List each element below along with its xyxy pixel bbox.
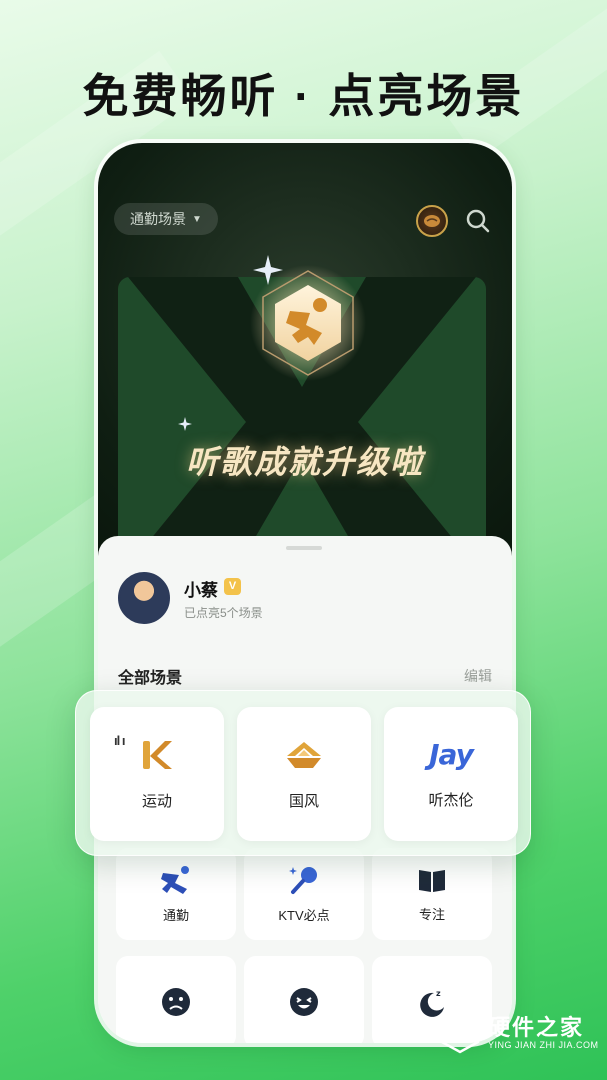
k-icon bbox=[143, 740, 172, 769]
scene-tile-label: 听杰伦 bbox=[428, 792, 474, 809]
watermark-logo bbox=[440, 1010, 480, 1054]
achievement-text: 听歌成就升级啦 bbox=[185, 444, 424, 480]
all-scenes-title: 全部场景 bbox=[118, 670, 183, 687]
fan-icon bbox=[287, 741, 321, 768]
scene-tile-jay[interactable]: Jay 听杰伦 bbox=[384, 707, 518, 841]
drag-handle[interactable] bbox=[286, 546, 322, 550]
scene-tile-guofeng[interactable]: 国风 bbox=[237, 707, 371, 841]
phone-screen: 听歌成就升级啦 通勤场景 ▼ 小蔡 V 已点亮5个场景 全部场景 编辑 通勤 K… bbox=[98, 143, 512, 1043]
scene-tile-label: 通勤 bbox=[162, 907, 189, 923]
scene-tile-label: KTV必点 bbox=[278, 907, 330, 923]
scene-tile-label: 专注 bbox=[418, 906, 445, 922]
runner-icon bbox=[161, 865, 189, 894]
sparkle-icon bbox=[253, 255, 283, 285]
scene-tile-focus[interactable]: 专注 bbox=[372, 848, 492, 940]
scene-selector[interactable]: 通勤场景 ▼ bbox=[114, 203, 218, 235]
user-subtitle: 已点亮5个场景 bbox=[184, 606, 263, 620]
watermark-text: 硬件之家 bbox=[488, 1015, 585, 1040]
chevron-down-icon: ▼ bbox=[192, 213, 202, 225]
search-icon[interactable] bbox=[464, 207, 492, 235]
microphone-icon bbox=[289, 866, 317, 894]
book-icon bbox=[419, 869, 445, 892]
scene-selector-label: 通勤场景 bbox=[130, 211, 187, 227]
user-name: 小蔡 bbox=[184, 581, 218, 600]
verified-badge: V bbox=[224, 578, 241, 595]
watermark-subtext: YING JIAN ZHI JIA.COM bbox=[488, 1040, 599, 1050]
scene-tile-commute[interactable]: 通勤 bbox=[116, 848, 236, 940]
playing-bars-icon: ıl ı bbox=[114, 733, 125, 748]
edit-button[interactable]: 编辑 bbox=[464, 666, 492, 686]
svg-text:z: z bbox=[436, 989, 441, 998]
scene-tile-sports[interactable]: ıl ı 运动 bbox=[90, 707, 224, 841]
laugh-face-icon bbox=[290, 988, 318, 1016]
scene-tile-label: 国风 bbox=[288, 792, 319, 810]
featured-scenes-panel: ıl ı 运动 国风 Jay 听杰伦 bbox=[75, 690, 531, 856]
headline: 免费畅听 · 点亮场景 bbox=[82, 70, 525, 122]
scene-tile-sad[interactable] bbox=[116, 956, 236, 1043]
scene-tile-happy[interactable] bbox=[244, 956, 364, 1043]
jay-icon: Jay bbox=[429, 738, 474, 771]
avatar[interactable] bbox=[118, 572, 170, 624]
achievement-backdrop: 听歌成就升级啦 通勤场景 ▼ bbox=[98, 143, 512, 567]
watermark: 硬件之家 YING JIAN ZHI JIA.COM bbox=[440, 1010, 598, 1059]
sparkle-icon bbox=[178, 417, 192, 431]
bean-icon[interactable] bbox=[416, 205, 448, 237]
sad-face-icon bbox=[162, 988, 190, 1016]
scene-tile-ktv[interactable]: KTV必点 bbox=[244, 848, 364, 940]
scene-tile-label: 运动 bbox=[141, 792, 172, 810]
